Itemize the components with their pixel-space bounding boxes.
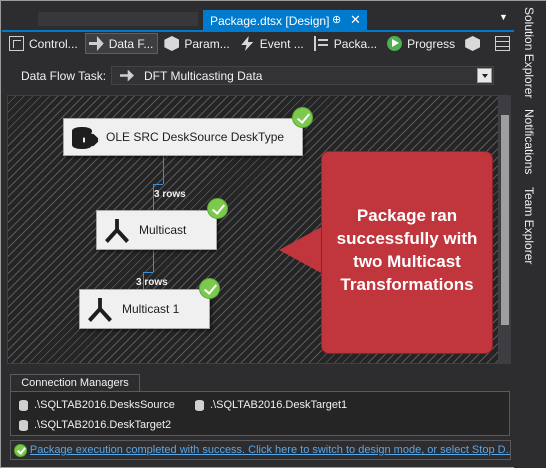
tab-label: Control... <box>29 36 78 51</box>
tab-label: Packa... <box>333 36 378 51</box>
node-label: Multicast 1 <box>122 302 180 316</box>
chevron-down-icon[interactable] <box>477 68 492 83</box>
canvas-vertical-scrollbar[interactable] <box>499 95 511 364</box>
visual-studio-window: Package.dtsx [Design] ⊕ ✕ ▼ Control... D… <box>0 0 546 468</box>
callout-line: Package ran <box>356 206 458 225</box>
success-check-icon <box>14 443 27 457</box>
annotation-callout: Package ran successfully with two Multic… <box>279 151 494 354</box>
callout-pointer <box>279 225 325 275</box>
row-count-label: 3 rows <box>136 277 168 288</box>
connection-manager-item[interactable]: .\SQLTAB2016.DeskTarget2 <box>19 419 171 431</box>
document-tab-package[interactable]: Package.dtsx [Design] ⊕ ✕ <box>203 10 367 31</box>
tab-event-handlers[interactable]: Event ... <box>237 33 308 54</box>
pin-icon[interactable]: ⊕ <box>332 13 341 26</box>
grid-icon <box>9 36 24 51</box>
connection-icon <box>19 419 28 431</box>
tab-label: Param... <box>184 36 230 51</box>
team-explorer-tab[interactable]: Team Explorer <box>522 187 536 264</box>
success-check-icon <box>207 198 228 219</box>
row-count-label: 3 rows <box>154 189 186 200</box>
tab-label: Progress <box>407 36 456 51</box>
callout-text: Package ran successfully with two Multic… <box>321 204 493 296</box>
side-tool-panels: Solution Explorer Notifications Team Exp… <box>514 1 546 468</box>
play-icon <box>387 36 403 51</box>
data-flow-icon <box>120 69 134 82</box>
tab-data-flow[interactable]: Data F... <box>84 33 159 54</box>
ole-db-source-node[interactable]: OLE SRC DeskSource DeskType <box>63 118 303 156</box>
document-tab-strip: Package.dtsx [Design] ⊕ ✕ ▼ <box>2 2 514 31</box>
connection-managers-tab[interactable]: Connection Managers <box>10 374 140 392</box>
close-icon[interactable]: ✕ <box>350 12 361 28</box>
designer-tab-bar: Control... Data F... Param... Event ... … <box>6 32 514 55</box>
data-flow-task-label: Data Flow Task: <box>21 69 107 83</box>
connection-manager-label: .\SQLTAB2016.DesksSource <box>34 399 175 411</box>
multicast-icon <box>86 295 114 323</box>
multicast-1-node[interactable]: Multicast 1 <box>79 289 210 329</box>
tab-control-flow[interactable]: Control... <box>6 33 82 54</box>
tab-overflow-chevron-down-icon[interactable]: ▼ <box>499 12 508 22</box>
data-path-2[interactable] <box>153 250 154 272</box>
cube-icon <box>164 36 180 51</box>
connection-icon <box>195 399 204 411</box>
scrollbar-thumb[interactable] <box>501 115 509 325</box>
connection-managers-panel: .\SQLTAB2016.DesksSource .\SQLTAB2016.De… <box>10 391 510 436</box>
execution-status-bar: Package execution completed with success… <box>10 440 511 460</box>
callout-line: two Multicast <box>353 252 461 271</box>
solution-explorer-tab[interactable]: Solution Explorer <box>522 7 536 98</box>
document-tab-title: Package.dtsx [Design] <box>210 13 330 28</box>
tab-progress[interactable]: Progress <box>384 33 459 54</box>
node-label: OLE SRC DeskSource DeskType <box>106 130 285 144</box>
notifications-tab[interactable]: Notifications <box>522 109 536 174</box>
cube-icon <box>465 36 481 51</box>
data-path-1[interactable] <box>163 154 164 184</box>
tree-icon <box>313 36 329 51</box>
toolbar-cube-button[interactable] <box>462 33 489 54</box>
callout-line: successfully with <box>336 229 478 248</box>
tab-package-explorer[interactable]: Packa... <box>311 33 381 54</box>
multicast-icon <box>103 216 131 244</box>
connection-manager-item[interactable]: .\SQLTAB2016.DeskTarget1 <box>195 399 347 411</box>
connection-manager-label: .\SQLTAB2016.DeskTarget1 <box>210 399 348 411</box>
data-path-1-bend <box>153 184 163 185</box>
node-label: Multicast <box>139 223 187 237</box>
data-flow-icon <box>88 36 104 51</box>
tab-label: Data F... <box>108 36 154 51</box>
tab-label: Event ... <box>259 36 304 51</box>
connection-manager-label: .\SQLTAB2016.DeskTarget2 <box>34 419 172 431</box>
data-flow-task-row: Data Flow Task: DFT Multicasting Data <box>6 63 494 89</box>
data-path-2-bend <box>143 272 153 273</box>
table-icon <box>495 36 511 51</box>
data-flow-task-value: DFT Multicasting Data <box>144 68 263 83</box>
data-flow-task-select[interactable]: DFT Multicasting Data <box>111 66 494 85</box>
connection-manager-item[interactable]: .\SQLTAB2016.DesksSource <box>19 399 175 411</box>
tab-parameters[interactable]: Param... <box>161 33 233 54</box>
database-source-icon <box>70 123 98 151</box>
callout-line: Transformations <box>340 275 474 294</box>
success-check-icon <box>292 107 313 128</box>
connection-icon <box>19 399 28 411</box>
multicast-node[interactable]: Multicast <box>96 210 217 250</box>
lightning-icon <box>241 36 254 51</box>
execution-status-link[interactable]: Package execution completed with success… <box>30 444 510 456</box>
inactive-tab-area <box>38 12 198 26</box>
success-check-icon <box>199 278 220 299</box>
